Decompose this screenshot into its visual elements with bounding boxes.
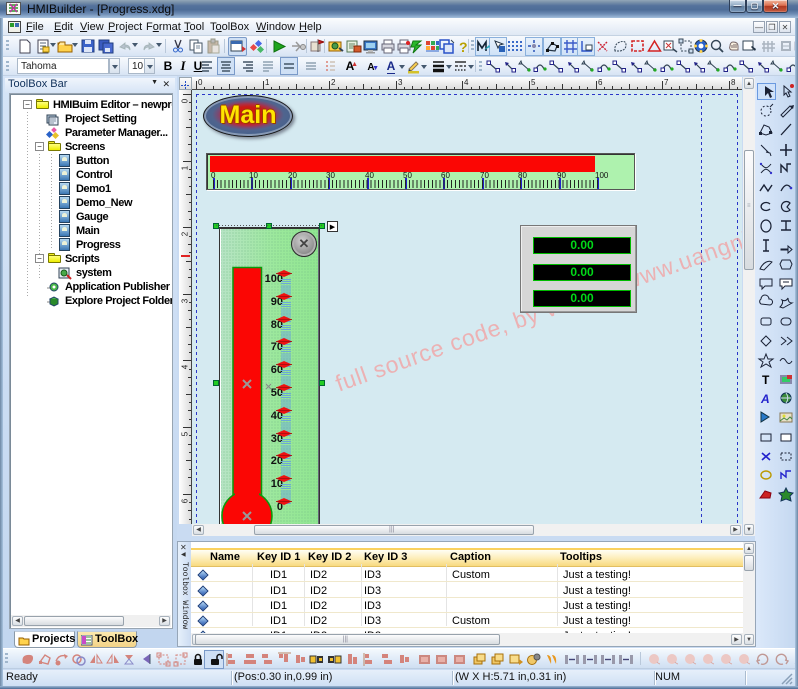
svg-text:2: 2 [181,231,190,236]
svg-text:0: 0 [181,98,190,103]
svg-text:1: 1 [181,165,190,170]
svg-text:5: 5 [181,431,190,436]
svg-text:T: T [762,373,770,387]
svg-text:A: A [760,392,770,406]
svg-text:4: 4 [181,364,190,369]
svg-text:3: 3 [181,298,190,303]
svg-text:6: 6 [181,498,190,503]
svg-text:?: ? [459,39,468,55]
